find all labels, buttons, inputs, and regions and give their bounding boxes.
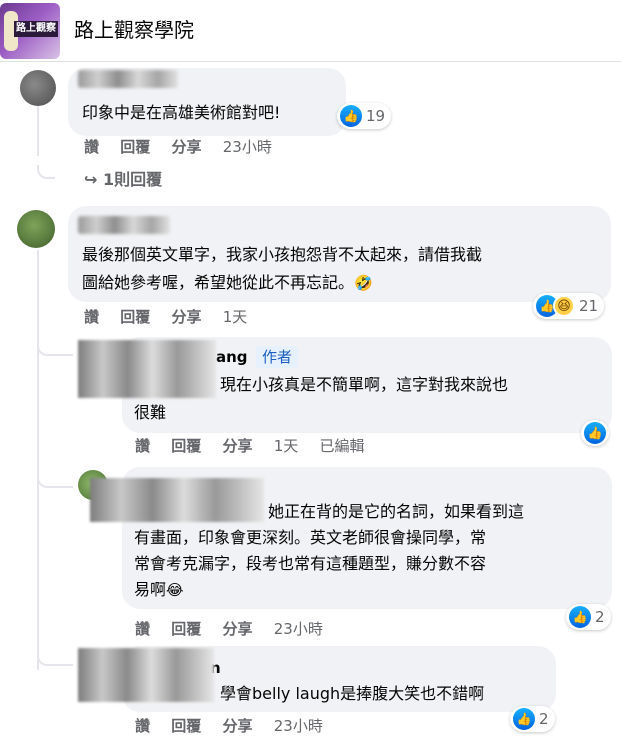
like-button[interactable]: 讚 — [84, 138, 99, 156]
comment-text: 有畫面，印象會更深刻。英文老師很會操同學，常 — [134, 528, 487, 547]
group-name[interactable]: 路上觀察學院 — [74, 17, 194, 43]
reaction-count: 21 — [579, 297, 599, 315]
thread-connector — [37, 474, 73, 488]
avatar[interactable] — [17, 210, 55, 248]
timestamp[interactable]: 23小時 — [274, 620, 323, 638]
edited-label: 已編輯 — [319, 437, 365, 455]
comment-text: 很難 — [134, 403, 167, 422]
comment-text: 她正在背的是它的名詞，如果看到這 — [268, 502, 525, 521]
comment-text: 易啊😂 — [134, 575, 184, 605]
reaction-summary[interactable]: 👍 19 — [337, 103, 392, 129]
view-replies-link[interactable]: ↪ 1則回覆 — [84, 169, 162, 191]
like-button[interactable]: 讚 — [135, 717, 150, 735]
like-button[interactable]: 讚 — [135, 437, 150, 455]
reaction-count: 2 — [539, 710, 549, 728]
reply-button[interactable]: 回覆 — [171, 620, 201, 638]
comment-text: 印象中是在高雄美術館對吧! — [82, 103, 281, 122]
share-button[interactable]: 分享 — [223, 620, 253, 638]
like-button[interactable]: 讚 — [84, 308, 99, 326]
comment-text: 現在小孩真是不簡單啊，這字對我來說也 — [220, 375, 509, 394]
reply-arrow-icon: ↪ — [84, 170, 103, 189]
group-avatar-logo-text: 路上觀察 — [14, 21, 58, 37]
timestamp[interactable]: 23小時 — [223, 138, 272, 156]
reaction-summary[interactable]: 👍 😆 21 — [533, 293, 605, 319]
like-button[interactable]: 讚 — [135, 620, 150, 638]
group-avatar[interactable]: 路上觀察 — [0, 3, 60, 59]
reply-button[interactable]: 回覆 — [171, 437, 201, 455]
thread-connector — [37, 165, 55, 179]
thread-line — [37, 250, 39, 670]
comment-actions: 讚 回覆 分享 23小時 — [84, 137, 288, 157]
timestamp[interactable]: 1天 — [223, 308, 248, 326]
replies-count-label: 1則回覆 — [102, 170, 163, 189]
group-header: 路上觀察 路上觀察學院 — [0, 0, 621, 62]
like-icon: 👍 — [513, 708, 535, 730]
comment-bubble: 印象中是在高雄美術館對吧! — [68, 68, 346, 136]
thread-connector — [37, 652, 73, 666]
comment-actions: 讚 回覆 分享 23小時 — [135, 716, 339, 736]
reply-button[interactable]: 回覆 — [171, 717, 201, 735]
comment-text: 最後那個英文單字，我家小孩抱怨背不太起來，請借我截 — [82, 245, 483, 264]
blurred-avatar-and-name — [90, 478, 264, 522]
like-icon: 👍 — [569, 606, 591, 628]
share-button[interactable]: 分享 — [223, 717, 253, 735]
thread-connector — [37, 342, 73, 356]
reaction-summary[interactable]: 👍 2 — [510, 706, 555, 732]
share-button[interactable]: 分享 — [223, 437, 253, 455]
reply-button[interactable]: 回覆 — [120, 308, 150, 326]
author-name-visible-part[interactable]: ang — [216, 347, 248, 367]
reaction-count: 19 — [366, 107, 386, 125]
comment-actions: 讚 回覆 分享 1天 已編輯 — [135, 436, 381, 456]
share-button[interactable]: 分享 — [172, 138, 202, 156]
comment-text: 學會belly laugh是捧腹大笑也不錯啊 — [220, 684, 485, 703]
comment-text-line: 易啊 — [134, 580, 167, 599]
share-button[interactable]: 分享 — [172, 308, 202, 326]
rofl-emoji: 🤣 — [354, 274, 373, 292]
tears-of-joy-emoji: 😂 — [166, 581, 184, 599]
reply-button[interactable]: 回覆 — [120, 138, 150, 156]
comment-text: 圖給她參考喔，希望她從此不再忘記。🤣 — [82, 268, 373, 298]
blurred-author-name — [78, 216, 170, 234]
thread-line — [37, 106, 39, 156]
reaction-summary[interactable]: 👍 2 — [566, 604, 611, 630]
reaction-count: 2 — [595, 608, 605, 626]
comment-actions: 讚 回覆 分享 23小時 — [135, 619, 339, 639]
timestamp[interactable]: 23小時 — [274, 717, 323, 735]
reaction-summary[interactable]: 👍 — [581, 420, 609, 446]
blurred-avatar-and-name — [78, 648, 214, 702]
comment-text: 常會考克漏字，段考也常有這種題型，賺分數不容 — [134, 554, 487, 573]
avatar[interactable] — [20, 70, 56, 106]
comment-actions: 讚 回覆 分享 1天 — [84, 307, 263, 327]
comment-bubble: 最後那個英文單字，我家小孩抱怨背不太起來，請借我截 圖給她參考喔，希望她從此不再… — [68, 206, 611, 302]
like-icon: 👍 — [584, 422, 606, 444]
timestamp[interactable]: 1天 — [274, 437, 299, 455]
haha-icon: 😆 — [553, 295, 575, 317]
blurred-avatar-and-name — [78, 340, 216, 398]
blurred-author-name — [78, 70, 178, 88]
comment-text-line: 圖給她參考喔，希望她從此不再忘記。 — [82, 273, 355, 292]
author-badge: 作者 — [256, 346, 299, 368]
like-icon: 👍 — [340, 105, 362, 127]
